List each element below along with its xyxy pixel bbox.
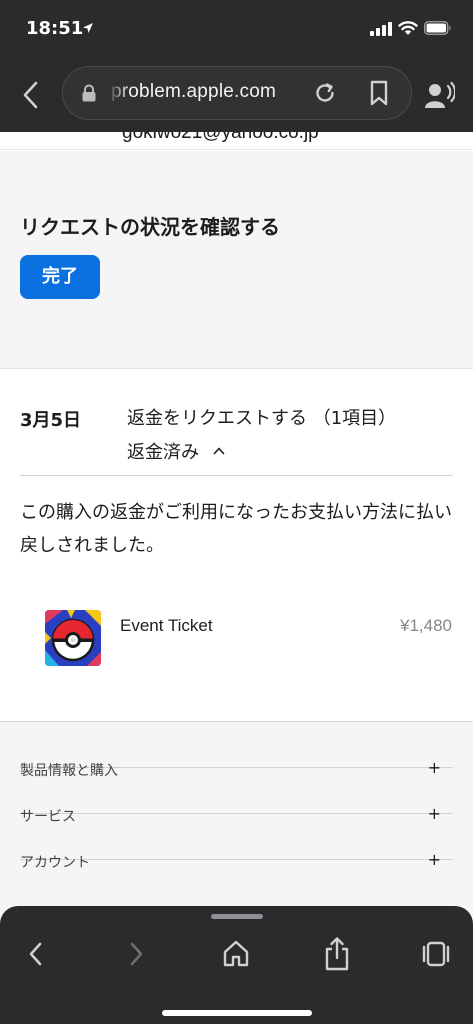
home-icon[interactable] (222, 939, 250, 967)
footer-nav: 製品情報と購入 + サービス + アカウント + (0, 721, 473, 921)
order-date: 3月5日 (20, 410, 82, 431)
account-email: gokiwo21@yahoo.co.jp (122, 132, 319, 143)
footer-item-account[interactable]: アカウント + (20, 814, 453, 871)
address-bar[interactable]: problem.apple.com (62, 66, 412, 120)
share-icon[interactable] (324, 937, 350, 971)
tabs-icon[interactable] (422, 941, 450, 967)
expand-plus-icon[interactable]: + (428, 850, 441, 869)
pokeball-app-icon (45, 610, 101, 666)
refund-message: この購入の返金がご利用になったお支払い方法に払い戻しされました。 (20, 502, 452, 556)
refund-request-label: 返金をリクエストする （1項目） (127, 408, 397, 429)
status-bar: 18:51 (0, 0, 473, 60)
footer-item-label: アカウント (20, 855, 90, 871)
item-name: Event Ticket (120, 616, 213, 635)
request-status-title: リクエストの状況を確認する (20, 215, 280, 239)
wifi-icon (398, 21, 418, 35)
refund-status-toggle[interactable]: 返金済み (127, 438, 199, 464)
item-price: ¥1,480 (400, 616, 452, 635)
request-status-section: リクエストの状況を確認する 完了 (0, 151, 473, 369)
status-time: 18:51 (26, 18, 84, 39)
sheet-grabber[interactable] (211, 914, 263, 919)
order-section: 3月5日 返金をリクエストする （1項目） 返金済み この購入の返金がご利用にな… (0, 370, 473, 720)
footer-item-services[interactable]: サービス + (20, 768, 453, 825)
browser-nav-bar: problem.apple.com (0, 60, 473, 132)
back-chevron-icon[interactable] (20, 80, 42, 110)
bookmark-icon[interactable] (369, 80, 389, 106)
reader-voice-icon[interactable] (425, 82, 455, 108)
footer-item-products[interactable]: 製品情報と購入 + (20, 722, 453, 779)
back-icon[interactable] (26, 940, 46, 968)
lock-icon (82, 84, 96, 102)
browser-toolbar (0, 906, 473, 1024)
home-indicator (162, 1010, 312, 1016)
cellular-signal-icon (370, 22, 392, 36)
account-email-strip: gokiwo21@yahoo.co.jp (0, 132, 473, 150)
location-arrow-icon (83, 23, 93, 33)
chevron-up-icon[interactable] (213, 446, 225, 455)
order-divider (20, 475, 453, 476)
url-text: problem.apple.com (111, 81, 276, 102)
battery-icon (424, 21, 451, 35)
done-button[interactable]: 完了 (20, 255, 100, 299)
reload-icon[interactable] (313, 81, 337, 105)
url-fade (107, 75, 129, 111)
forward-icon[interactable] (126, 940, 146, 968)
